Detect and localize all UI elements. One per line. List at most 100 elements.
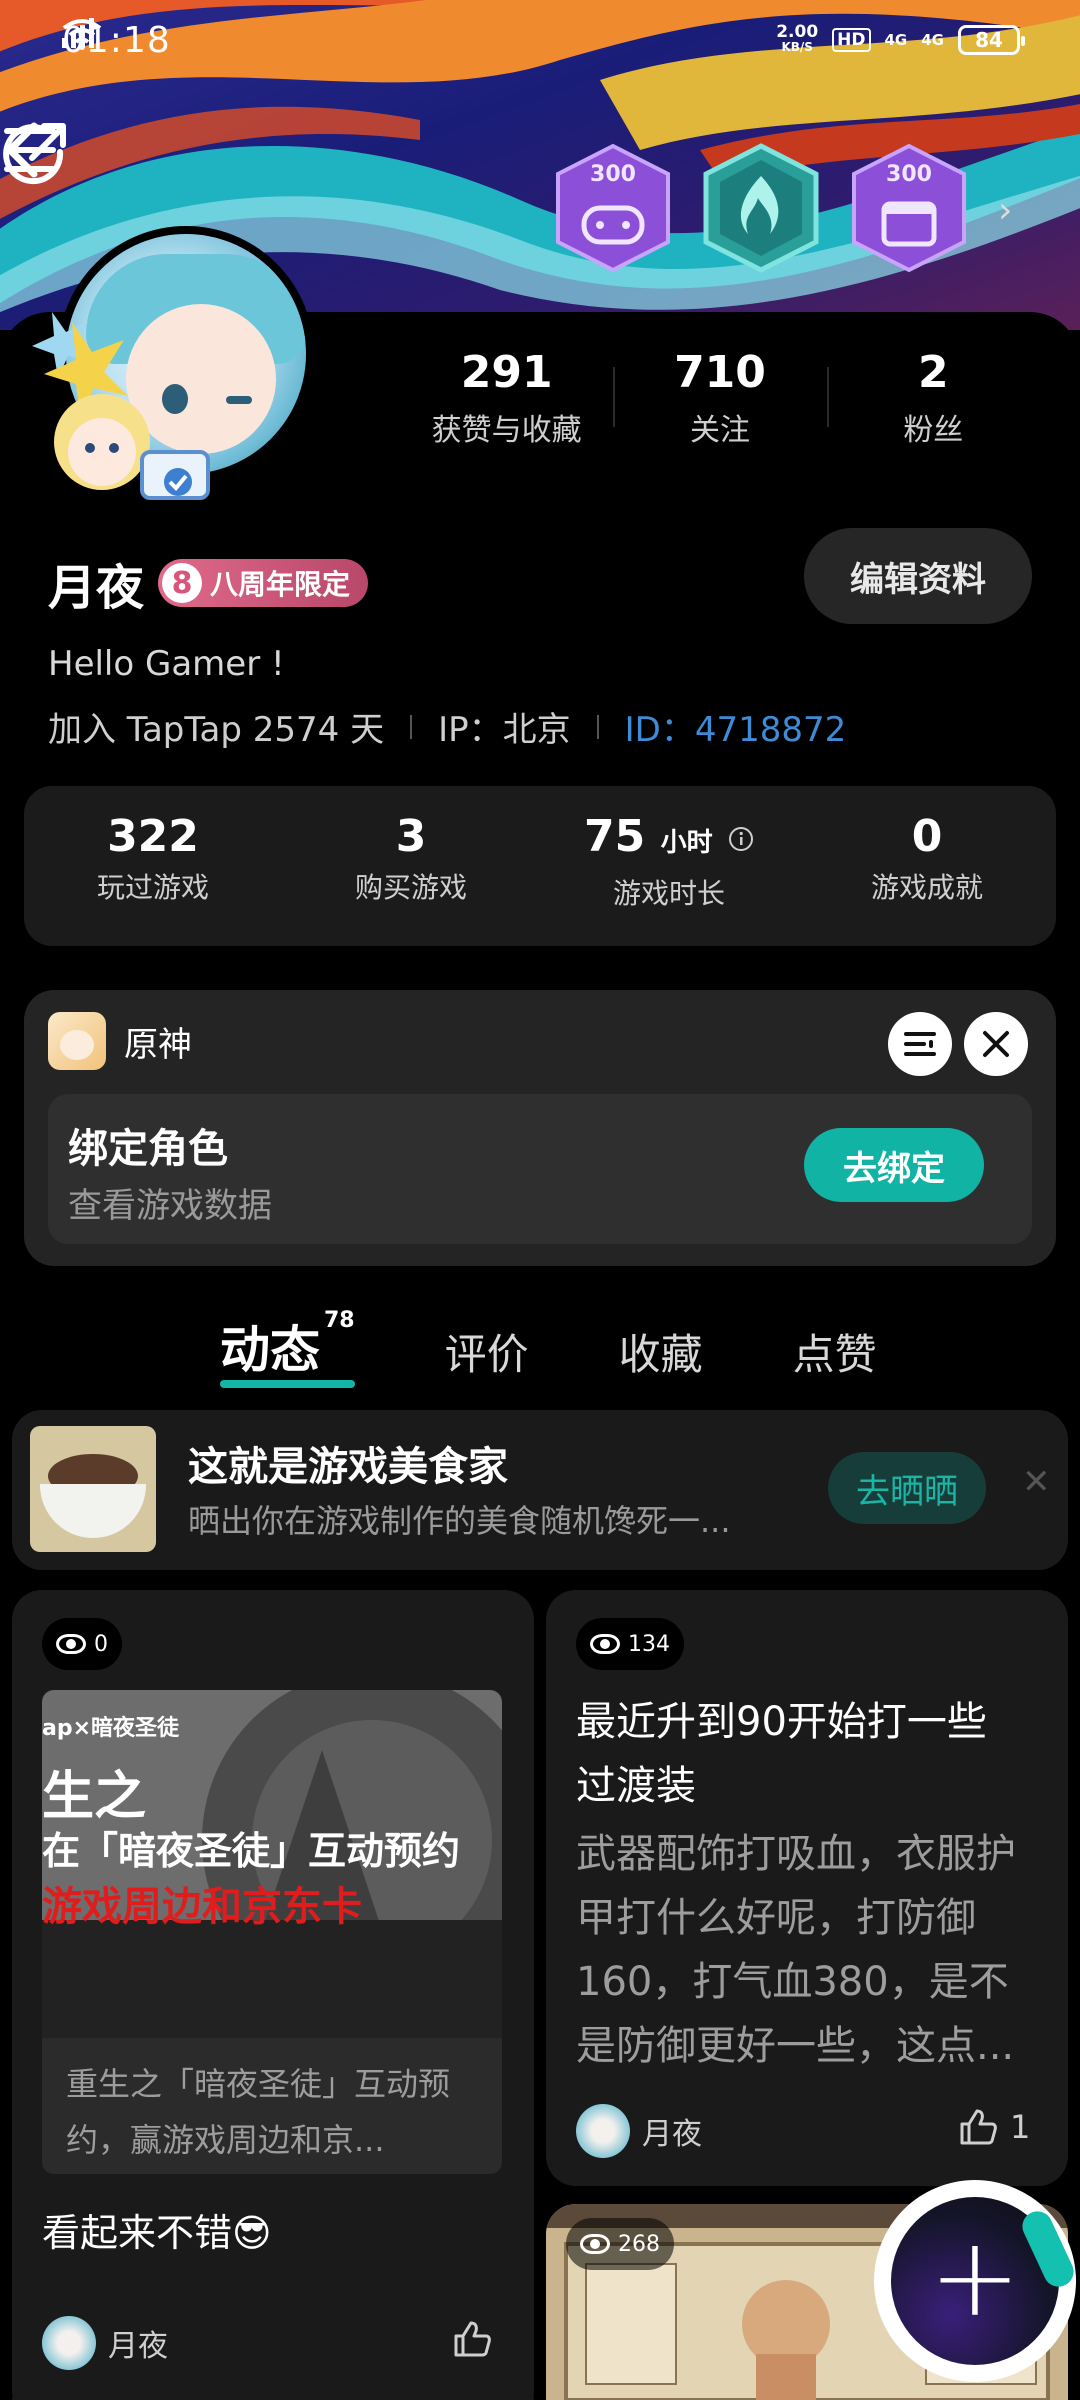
- stat-likes-value: 291: [460, 347, 553, 398]
- play-time-value: 75: [584, 811, 646, 862]
- menu-icon[interactable]: [0, 120, 60, 180]
- post-image-line-2: 在「暗夜圣徒」互动预约: [42, 1828, 461, 1873]
- stat-following-label: 关注: [689, 413, 750, 448]
- achievements[interactable]: 0 游戏成就: [798, 786, 1056, 946]
- create-post-inner: +: [891, 2197, 1059, 2365]
- tab-favorites[interactable]: 收藏: [619, 1321, 703, 1382]
- games-played[interactable]: 322 玩过游戏: [24, 786, 282, 946]
- stat-likes-label: 获赞与收藏: [431, 413, 582, 448]
- tab-likes[interactable]: 点赞: [793, 1321, 877, 1382]
- post-body: 武器配饰打吸血，衣服护甲打什么好呢，打防御160，打气血380，是不是防御更好一…: [576, 1831, 1016, 2069]
- network-type-2: 4G: [921, 31, 944, 49]
- meta-divider: [410, 714, 413, 739]
- bind-role-card: 原神 绑定角色 查看游戏数据 去绑定: [24, 990, 1056, 1266]
- bind-game-name: 原神: [124, 1024, 192, 1065]
- settings-list-button[interactable]: [888, 1012, 952, 1076]
- post-image-line-3: 游戏周边和京东卡: [42, 1883, 362, 1930]
- battery-icon: 84: [958, 25, 1025, 55]
- top-nav-bar: [0, 120, 1080, 200]
- promo-title: 这就是游戏美食家: [188, 1444, 508, 1490]
- play-time[interactable]: 75 小时 游戏时长: [540, 786, 798, 946]
- user-id[interactable]: ID：4718872: [625, 702, 847, 751]
- list-settings-icon: [904, 1032, 936, 1056]
- post-image-line-1: 生之: [42, 1766, 147, 1827]
- like-button[interactable]: [452, 2320, 504, 2358]
- stat-followers[interactable]: 2 粉丝: [826, 345, 1040, 449]
- bind-role-title: 绑定角色: [68, 1126, 228, 1172]
- user-name: 月夜: [48, 560, 145, 616]
- like-count: 1: [1010, 2108, 1031, 2146]
- post-card[interactable]: 0 ap×暗夜圣徒 生之 在「暗夜圣徒」互动预约 游戏周边和京东卡 重生之「暗夜…: [12, 1590, 534, 2400]
- view-count-value: 134: [628, 1631, 670, 1657]
- info-icon[interactable]: [728, 826, 754, 852]
- post-card[interactable]: 134 最近升到90开始打一些过渡装 武器配饰打吸血，衣服护甲打什么好呢，打防御…: [546, 1590, 1068, 2186]
- post-image[interactable]: ap×暗夜圣徒 生之 在「暗夜圣徒」互动预约 游戏周边和京东卡: [42, 1690, 502, 2038]
- signal-icon-2: [62, 18, 94, 48]
- thumbs-up-icon: [960, 2109, 997, 2145]
- network-speed-value: 2.00: [776, 22, 819, 42]
- join-days: 加入 TapTap 2574 天: [48, 710, 385, 750]
- games-played-value: 322: [107, 811, 199, 862]
- status-bar: 01:18 2.00 KB/S HD 4G 4G 84: [62, 18, 1025, 62]
- promo-banner[interactable]: 这就是游戏美食家 晒出你在游戏制作的美食随机馋死一... 去晒晒 ✕: [12, 1410, 1068, 1570]
- post-image-brand: ap×暗夜圣徒: [42, 1716, 180, 1741]
- close-icon: [983, 1031, 1009, 1057]
- like-button[interactable]: 1: [958, 2108, 1030, 2146]
- post-author[interactable]: 月夜: [42, 2316, 168, 2370]
- view-count: 268: [566, 2218, 674, 2270]
- view-count-value: 0: [94, 1631, 108, 1657]
- bind-button[interactable]: 去绑定: [804, 1128, 984, 1202]
- post-card[interactable]: [12, 2380, 534, 2400]
- thumbs-up-icon: [454, 2321, 491, 2357]
- stat-following[interactable]: 710 关注: [613, 345, 826, 449]
- games-purchased-value: 3: [395, 811, 427, 862]
- tab-feed[interactable]: 动态78: [220, 1308, 355, 1388]
- tab-reviews[interactable]: 评价: [445, 1321, 529, 1382]
- view-count: 134: [576, 1618, 684, 1670]
- meta-divider: [596, 714, 599, 739]
- games-played-label: 玩过游戏: [96, 871, 209, 904]
- close-bind-card-button[interactable]: [964, 1012, 1028, 1076]
- author-avatar: [42, 2316, 96, 2370]
- games-purchased[interactable]: 3 购买游戏: [282, 786, 540, 946]
- content-tabs: 动态78 评价 收藏 点赞: [220, 1308, 877, 1388]
- post-author[interactable]: 月夜: [576, 2104, 702, 2158]
- author-name: 月夜: [642, 2117, 702, 2152]
- bind-role-subtitle: 查看游戏数据: [68, 1186, 272, 1226]
- create-post-button[interactable]: +: [874, 2180, 1076, 2382]
- author-name: 月夜: [108, 2329, 168, 2364]
- network-type-1: 4G: [884, 31, 908, 49]
- play-time-unit: 小时: [660, 828, 713, 858]
- stat-followers-label: 粉丝: [903, 413, 964, 448]
- eye-icon: [56, 1634, 86, 1654]
- author-avatar: [576, 2104, 630, 2158]
- edit-profile-button[interactable]: 编辑资料: [804, 528, 1032, 624]
- tab-feed-count: 78: [324, 1308, 355, 1334]
- promo-food-image: [30, 1426, 156, 1552]
- anniversary-tag[interactable]: 8 八周年限定: [158, 559, 369, 607]
- promo-close-icon[interactable]: ✕: [1022, 1462, 1051, 1502]
- play-time-label: 游戏时长: [612, 877, 725, 910]
- profile-stats: 291 获赞与收藏 710 关注 2 粉丝: [400, 345, 1040, 449]
- network-speed-unit: KB/S: [781, 40, 813, 54]
- user-meta: 加入 TapTap 2574 天 IP：北京 ID：4718872: [48, 702, 846, 751]
- eye-icon: [580, 2234, 610, 2254]
- post-text: 看起来不错😎: [42, 2211, 272, 2255]
- stat-likes[interactable]: 291 获赞与收藏: [400, 345, 613, 449]
- ip-location: IP：北京: [438, 710, 571, 750]
- bind-role-panel: 绑定角色 查看游戏数据 去绑定: [48, 1094, 1032, 1244]
- promo-subtitle: 晒出你在游戏制作的美食随机馋死一...: [188, 1502, 731, 1540]
- view-count-value: 268: [618, 2231, 660, 2257]
- achievements-value: 0: [911, 811, 943, 862]
- promo-share-button[interactable]: 去晒晒: [828, 1452, 986, 1524]
- post-title: 最近升到90开始打一些过渡装: [576, 1699, 987, 1809]
- post-link-caption[interactable]: 重生之「暗夜圣徒」互动预约，赢游戏周边和京...: [42, 2038, 502, 2174]
- view-count: 0: [42, 1618, 122, 1670]
- name-row: 月夜 8 八周年限定: [48, 548, 369, 618]
- hd-call-icon: HD: [832, 28, 871, 52]
- plus-icon: +: [928, 2213, 1022, 2341]
- stat-following-value: 710: [674, 347, 766, 398]
- eye-icon: [590, 1634, 620, 1654]
- achievements-label: 游戏成就: [870, 871, 983, 904]
- tab-feed-label: 动态: [220, 1321, 320, 1379]
